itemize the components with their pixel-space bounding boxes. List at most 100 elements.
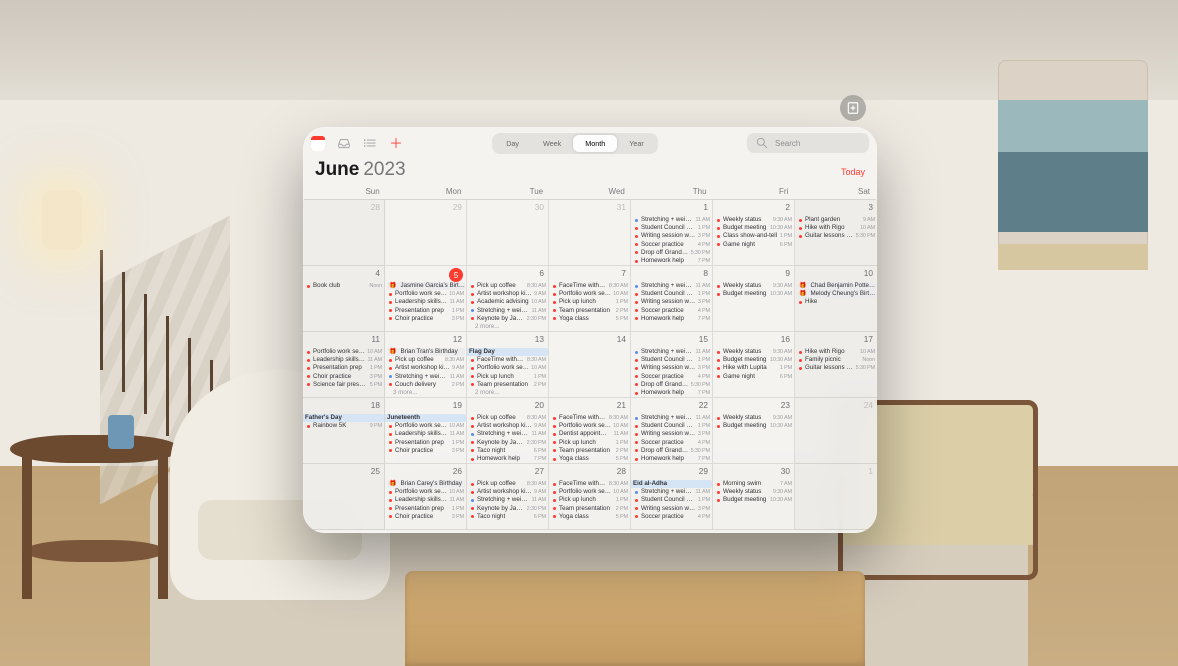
day-cell[interactable]: 20Pick up coffee8:30 AMArtist workshop k…: [467, 398, 549, 464]
calendar-event[interactable]: Choir practice3 PM: [387, 513, 465, 521]
day-cell[interactable]: 24: [795, 398, 877, 464]
calendar-event[interactable]: Pick up coffee8:30 AM: [469, 480, 547, 488]
view-tab-month[interactable]: Month: [573, 135, 617, 152]
day-cell[interactable]: 1: [795, 464, 877, 530]
day-cell[interactable]: 21FaceTime with Gran...8:30 AMPortfolio …: [549, 398, 631, 464]
birthday-event[interactable]: Melody Cheung's Birthday: [797, 290, 876, 298]
calendar-event[interactable]: Writing session with A...3 PM: [633, 430, 711, 438]
day-cell[interactable]: 5Jasmine Garcia's BirthdayPortfolio work…: [385, 266, 467, 332]
calendar-event[interactable]: Budget meeting10:30 AM: [715, 496, 793, 504]
more-events[interactable]: 2 more...: [469, 323, 547, 331]
calendar-event[interactable]: Drop off Grandma's...5:30 PM: [633, 447, 711, 455]
calendar-event[interactable]: Book clubNoon: [305, 282, 383, 290]
calendar-event[interactable]: Homework help7 PM: [633, 257, 711, 265]
day-cell[interactable]: 19JuneteenthPortfolio work session10 AML…: [385, 398, 467, 464]
calendar-event[interactable]: Homework help7 PM: [469, 455, 547, 463]
calendar-event[interactable]: Weekly status9:30 AM: [715, 282, 793, 290]
add-event-icon[interactable]: [389, 136, 403, 150]
today-button[interactable]: Today: [841, 167, 865, 177]
day-cell[interactable]: 16Weekly status9:30 AMBudget meeting10:3…: [713, 332, 795, 398]
day-cell[interactable]: 12Brian Tran's BirthdayPick up coffee8:3…: [385, 332, 467, 398]
day-cell[interactable]: 30: [467, 200, 549, 266]
calendar-event[interactable]: Rainbow 5K9 PM: [305, 422, 383, 430]
calendar-event[interactable]: Game night6 PM: [715, 241, 793, 249]
day-cell[interactable]: 9Weekly status9:30 AMBudget meeting10:30…: [713, 266, 795, 332]
day-cell[interactable]: 23Weekly status9:30 AMBudget meeting10:3…: [713, 398, 795, 464]
calendar-event[interactable]: Portfolio work session10 AM: [387, 422, 465, 430]
calendar-event[interactable]: Artist workshop kickoff9 AM: [469, 290, 547, 298]
calendar-event[interactable]: Stretching + weights11 AM: [633, 282, 711, 290]
calendar-event[interactable]: Artist workshop kickoff9 AM: [469, 488, 547, 496]
calendar-event[interactable]: Homework help7 PM: [633, 455, 711, 463]
day-cell[interactable]: 28FaceTime with Gran...8:30 AMPortfolio …: [549, 464, 631, 530]
calendar-event[interactable]: Keynote by Jasmine2:30 PM: [469, 315, 547, 323]
calendar-event[interactable]: Leadership skills work...11 AM: [305, 356, 383, 364]
view-tab-day[interactable]: Day: [494, 135, 531, 152]
calendar-event[interactable]: Writing session with A...3 PM: [633, 505, 711, 513]
calendar-event[interactable]: FaceTime with Gran...8:30 AM: [551, 414, 629, 422]
calendar-app-icon[interactable]: [311, 136, 325, 150]
calendar-event[interactable]: Taco night6 PM: [469, 513, 547, 521]
day-cell[interactable]: 4Book clubNoon: [303, 266, 385, 332]
calendar-event[interactable]: Student Council meeting1 PM: [633, 356, 711, 364]
calendar-event[interactable]: Keynote by Jasmine2:30 PM: [469, 505, 547, 513]
view-segmented[interactable]: DayWeekMonthYear: [492, 133, 658, 154]
calendar-event[interactable]: Soccer practice4 PM: [633, 307, 711, 315]
birthday-event[interactable]: Brian Tran's Birthday: [387, 348, 465, 356]
list-icon[interactable]: [363, 136, 377, 150]
day-cell[interactable]: 10Chad Benjamin Potter's Bi...Melody Che…: [795, 266, 877, 332]
day-cell[interactable]: 3Plant garden9 AMHike with Rigo10 AMGuit…: [795, 200, 877, 266]
calendar-event[interactable]: Homework help7 PM: [633, 315, 711, 323]
calendar-event[interactable]: Guitar lessons with...5:30 PM: [797, 232, 876, 240]
calendar-event[interactable]: Budget meeting10:30 AM: [715, 356, 793, 364]
calendar-event[interactable]: Writing session with A...3 PM: [633, 298, 711, 306]
more-events[interactable]: 2 more...: [469, 389, 547, 397]
calendar-event[interactable]: Plant garden9 AM: [797, 216, 876, 224]
calendar-event[interactable]: Family picnicNoon: [797, 356, 876, 364]
day-cell[interactable]: 1Stretching + weights11 AMStudent Counci…: [631, 200, 713, 266]
calendar-event[interactable]: Stretching + weights11 AM: [387, 373, 465, 381]
calendar-event[interactable]: Morning swim7 AM: [715, 480, 793, 488]
inbox-icon[interactable]: [337, 136, 351, 150]
calendar-event[interactable]: Couch delivery2 PM: [387, 381, 465, 389]
calendar-event[interactable]: Soccer practice4 PM: [633, 373, 711, 381]
calendar-event[interactable]: Drop off Grandma's...5:30 PM: [633, 249, 711, 257]
day-cell[interactable]: 13Flag DayFaceTime with Gran...8:30 AMPo…: [467, 332, 549, 398]
birthday-event[interactable]: Chad Benjamin Potter's Bi...: [797, 282, 876, 290]
calendar-event[interactable]: Taco night6 PM: [469, 447, 547, 455]
calendar-event[interactable]: FaceTime with Gran...8:30 AM: [551, 480, 629, 488]
birthday-event[interactable]: Jasmine Garcia's Birthday: [387, 282, 465, 290]
calendar-event[interactable]: Keynote by Jasmine2:30 PM: [469, 439, 547, 447]
calendar-event[interactable]: Stretching + weights11 AM: [633, 488, 711, 496]
calendar-event[interactable]: Academic advising10 AM: [469, 298, 547, 306]
calendar-event[interactable]: Leadership skills work...11 AM: [387, 496, 465, 504]
calendar-event[interactable]: Game night6 PM: [715, 373, 793, 381]
calendar-event[interactable]: Leadership skills work...11 AM: [387, 298, 465, 306]
calendar-event[interactable]: Team presentation2 PM: [551, 307, 629, 315]
calendar-event[interactable]: Soccer practice4 PM: [633, 439, 711, 447]
calendar-event[interactable]: Presentation prep1 PM: [305, 364, 383, 372]
calendar-event[interactable]: Student Council meeting1 PM: [633, 224, 711, 232]
calendar-event[interactable]: Yoga class5 PM: [551, 455, 629, 463]
calendar-event[interactable]: Pick up coffee8:30 AM: [387, 356, 465, 364]
calendar-event[interactable]: Drop off Grandma's...5:30 PM: [633, 381, 711, 389]
calendar-event[interactable]: Artist workshop kickoff9 AM: [387, 364, 465, 372]
calendar-event[interactable]: Portfolio work session10 AM: [305, 348, 383, 356]
calendar-event[interactable]: Pick up coffee8:30 AM: [469, 282, 547, 290]
calendar-event[interactable]: Science fair presentati...5 PM: [305, 381, 383, 389]
calendar-event[interactable]: Presentation prep1 PM: [387, 439, 465, 447]
day-cell[interactable]: 11Portfolio work session10 AMLeadership …: [303, 332, 385, 398]
day-cell[interactable]: 30Morning swim7 AMWeekly status9:30 AMBu…: [713, 464, 795, 530]
day-cell[interactable]: 8Stretching + weights11 AMStudent Counci…: [631, 266, 713, 332]
calendar-event[interactable]: Choir practice3 PM: [305, 373, 383, 381]
calendar-event[interactable]: Budget meeting10:30 AM: [715, 224, 793, 232]
calendar-event[interactable]: Pick up lunch1 PM: [551, 298, 629, 306]
calendar-event[interactable]: Stretching + weights11 AM: [633, 414, 711, 422]
calendar-event[interactable]: Stretching + weights11 AM: [469, 307, 547, 315]
calendar-event[interactable]: Student Council meeting1 PM: [633, 496, 711, 504]
month-grid[interactable]: 282930311Stretching + weights11 AMStuden…: [303, 200, 877, 530]
calendar-event[interactable]: Class show-and-tell1 PM: [715, 232, 793, 240]
calendar-event[interactable]: Portfolio work session10 AM: [387, 488, 465, 496]
calendar-event[interactable]: Weekly status9:30 AM: [715, 216, 793, 224]
calendar-event[interactable]: FaceTime with Gran...8:30 AM: [551, 282, 629, 290]
